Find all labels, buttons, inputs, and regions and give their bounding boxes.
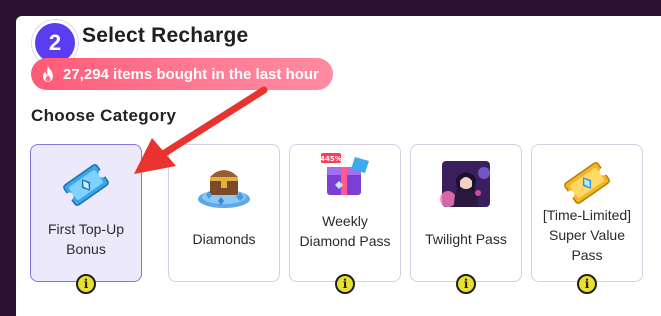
category-label: First Top-Up Bonus <box>48 221 124 257</box>
category-card-diamonds[interactable]: Diamonds <box>168 144 280 282</box>
info-icon[interactable]: i <box>335 274 355 294</box>
category-label: Diamonds <box>192 231 256 247</box>
info-icon[interactable]: i <box>456 274 476 294</box>
category-label: Weekly Diamond Pass <box>299 213 391 249</box>
category-card-weekly-diamond-pass[interactable]: 445% Weekly Diamond Pass i <box>289 144 401 294</box>
category-card-super-value-pass[interactable]: [Time-Limited] Super Value Pass i <box>531 144 643 294</box>
category-card-twilight-pass[interactable]: Twilight Pass i <box>410 144 522 294</box>
flame-icon <box>43 66 53 82</box>
svg-text:445%: 445% <box>320 155 342 163</box>
weekly-pass-box-icon: 445% <box>320 153 369 195</box>
category-label: Twilight Pass <box>425 231 507 247</box>
diamond-chest-icon <box>198 170 250 208</box>
choose-category-label: Choose Category <box>31 106 177 125</box>
section-title: Select Recharge <box>82 24 249 47</box>
blue-ticket-icon <box>63 164 109 206</box>
category-label: [Time-Limited] Super Value Pass <box>542 207 632 263</box>
social-proof-text: 27,294 items bought in the last hour <box>63 65 319 83</box>
hero-portrait-icon <box>440 161 490 207</box>
page-frame: 2 Select Recharge 27,294 items bought in… <box>0 0 661 316</box>
gold-ticket-icon <box>564 162 610 204</box>
social-proof-badge: 27,294 items bought in the last hour <box>31 58 333 90</box>
info-icon[interactable]: i <box>577 274 597 294</box>
recharge-panel: 2 Select Recharge 27,294 items bought in… <box>16 16 661 316</box>
category-card-first-top-up-bonus[interactable]: First Top-Up Bonus i <box>30 144 142 294</box>
info-icon[interactable]: i <box>76 274 96 294</box>
